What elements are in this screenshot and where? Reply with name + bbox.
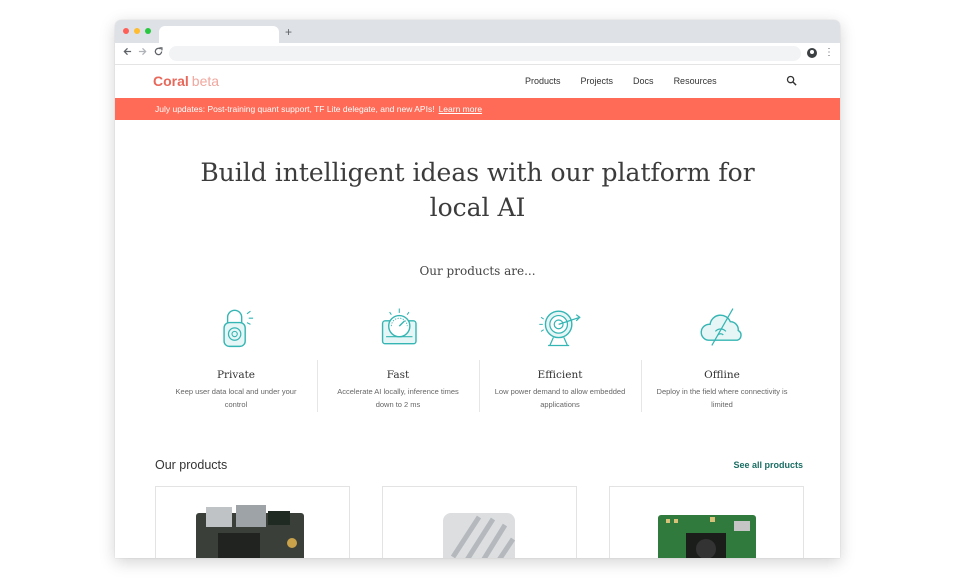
nav-item-projects[interactable]: Projects	[581, 76, 614, 86]
logo-beta-label: beta	[191, 73, 220, 89]
product-card-usb-accelerator[interactable]	[382, 486, 577, 558]
reload-button[interactable]	[154, 46, 163, 60]
profile-avatar-icon[interactable]	[807, 48, 817, 58]
camera-module-image	[658, 515, 756, 558]
logo-text: Coral	[153, 73, 189, 89]
close-window-button[interactable]	[123, 28, 129, 34]
feature-private: Private Keep user data local and under y…	[155, 305, 317, 411]
features-row: Private Keep user data local and under y…	[155, 305, 803, 412]
announcement-banner: July updates: Post-training quant suppor…	[115, 98, 840, 120]
feature-efficient: Efficient Low power demand to allow embe…	[479, 305, 641, 412]
coral-logo[interactable]: Coral beta	[153, 73, 219, 89]
learn-more-link[interactable]: Learn more	[439, 104, 482, 114]
dev-board-image	[196, 505, 304, 558]
feature-description: Low power demand to allow embedded appli…	[494, 387, 626, 409]
cloud-offline-icon	[700, 308, 742, 346]
usb-accelerator-image	[443, 513, 516, 558]
product-card-camera[interactable]	[609, 486, 804, 558]
address-bar: ⋮	[115, 43, 840, 65]
nav-item-docs[interactable]: Docs	[633, 76, 654, 86]
browser-tab[interactable]	[159, 26, 279, 43]
minimize-window-button[interactable]	[134, 28, 140, 34]
see-all-products-link[interactable]: See all products	[733, 460, 803, 470]
padlock-icon	[222, 309, 253, 348]
feature-title: Efficient	[537, 369, 583, 381]
feature-fast: Fast Accelerate AI locally, inference ti…	[317, 305, 479, 412]
feature-title: Offline	[704, 369, 740, 381]
product-card-dev-board[interactable]	[155, 486, 350, 558]
feature-title: Private	[216, 369, 256, 381]
url-input[interactable]	[169, 46, 801, 61]
tab-bar: +	[115, 20, 840, 43]
feature-title: Fast	[386, 369, 410, 381]
speedometer-icon	[381, 308, 417, 345]
arrow-right-icon	[138, 47, 147, 56]
hero-heading: Build intelligent ideas with our platfor…	[115, 155, 840, 225]
maximize-window-button[interactable]	[145, 28, 151, 34]
search-icon[interactable]	[786, 75, 797, 86]
banner-text: July updates: Post-training quant suppor…	[155, 104, 435, 114]
window-controls	[123, 28, 151, 34]
our-products-heading: Our products	[155, 458, 228, 472]
hero-line-2: local AI	[429, 193, 526, 222]
site-header: Coral beta Products Projects Docs Resourc…	[115, 65, 840, 98]
feature-description: Accelerate AI locally, inference times d…	[337, 387, 459, 409]
browser-menu-icon[interactable]: ⋮	[824, 46, 834, 60]
feature-offline: Offline Deploy in the field where connec…	[641, 305, 803, 412]
hero-line-1: Build intelligent ideas with our platfor…	[200, 158, 755, 187]
target-icon	[538, 310, 581, 347]
feature-description: Keep user data local and under your cont…	[175, 387, 297, 409]
products-intro: Our products are...	[419, 264, 536, 278]
nav-item-products[interactable]: Products	[525, 76, 561, 86]
main-nav: Products Projects Docs Resources	[525, 76, 737, 86]
back-button[interactable]	[123, 46, 132, 60]
nav-item-resources[interactable]: Resources	[674, 76, 717, 86]
feature-description: Deploy in the field where connectivity i…	[656, 387, 788, 409]
browser-window: + ⋮ Coral beta Products Projects Docs Res…	[115, 20, 840, 558]
new-tab-button[interactable]: +	[285, 24, 292, 40]
forward-button[interactable]	[138, 46, 147, 60]
arrow-left-icon	[123, 47, 132, 56]
reload-icon	[154, 47, 163, 56]
